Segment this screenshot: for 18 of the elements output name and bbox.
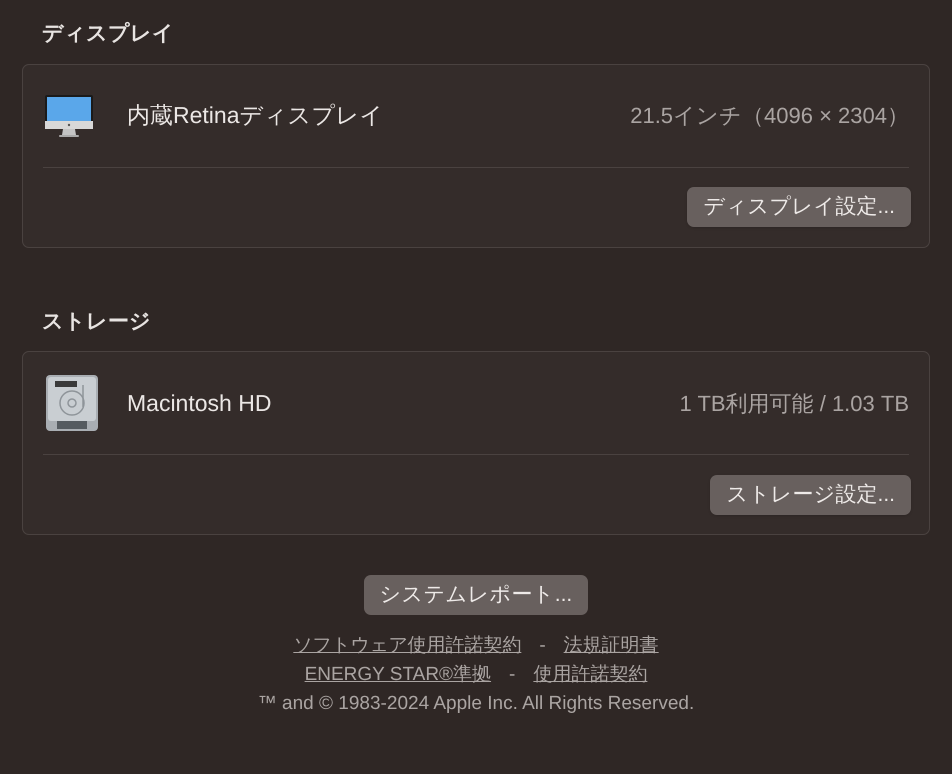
settings-button[interactable]: ディスプレイ設定... bbox=[687, 187, 911, 227]
copyright-text: ™ and © 1983-2024 Apple Inc. All Rights Reserved. bbox=[258, 692, 694, 716]
legal-link[interactable]: ENERGY STAR®準拠 bbox=[304, 660, 492, 689]
legal-link[interactable]: ソフトウェア使用許諾契約 bbox=[293, 631, 522, 660]
item-name: 内蔵Retinaディスプレイ bbox=[127, 101, 384, 130]
monitor-icon bbox=[43, 92, 95, 138]
legal-link[interactable]: 法規証明書 bbox=[564, 631, 659, 660]
section-title: ストレージ bbox=[41, 308, 152, 334]
system-report-button[interactable]: システムレポート... bbox=[364, 575, 588, 615]
settings-button[interactable]: ストレージ設定... bbox=[710, 474, 911, 514]
hard-drive-icon bbox=[43, 373, 101, 433]
separator: - bbox=[539, 634, 546, 658]
legal-link[interactable]: 使用許諾契約 bbox=[533, 660, 648, 689]
item-name: Macintosh HD bbox=[127, 388, 272, 418]
item-detail: 21.5インチ（4096 × 2304） bbox=[630, 102, 909, 130]
separator: - bbox=[509, 663, 516, 687]
section-title: ディスプレイ bbox=[41, 20, 175, 47]
item-detail: 1 TB利用可能 / 1.03 TB bbox=[680, 390, 909, 418]
